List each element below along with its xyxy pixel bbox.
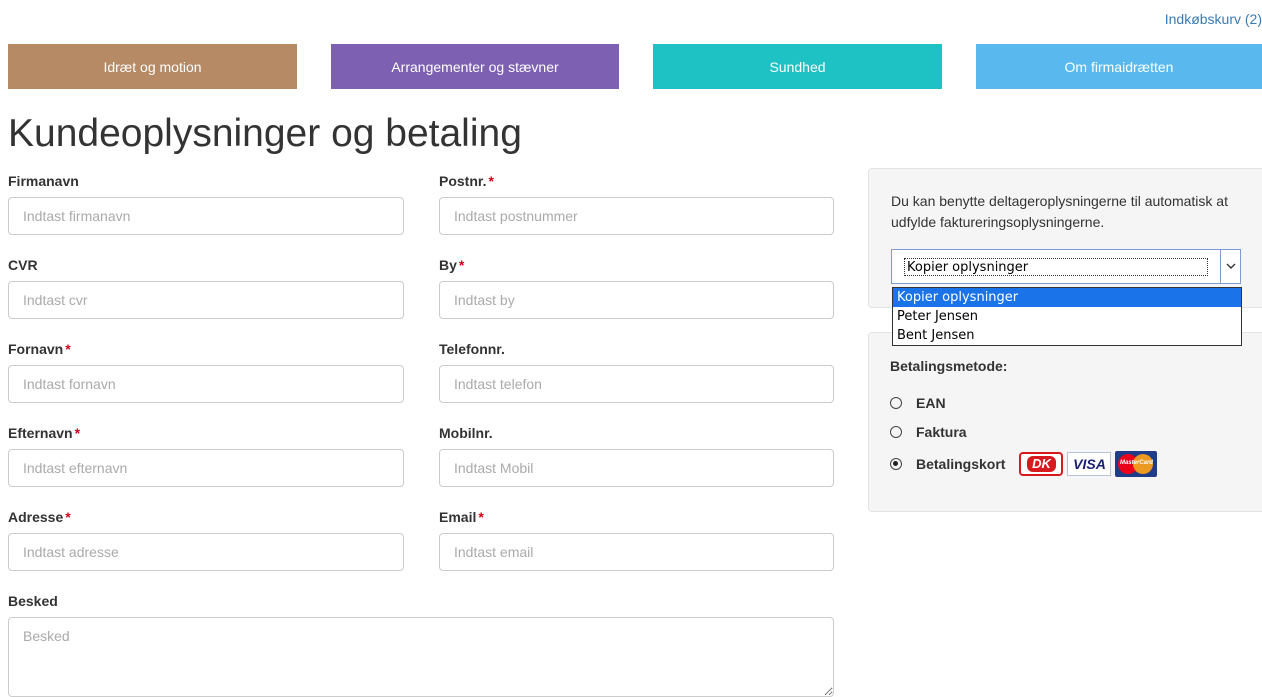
copy-info-text: Du kan benytte deltageroplysningerne til… <box>891 193 1228 230</box>
message-textarea[interactable] <box>8 617 834 697</box>
lastname-label: Efternavn * <box>8 425 81 441</box>
nav-om-firmaidraetten[interactable]: Om firmaidrætten <box>976 44 1262 89</box>
address-input[interactable] <box>8 533 404 571</box>
radio-betalingskort[interactable] <box>890 458 902 470</box>
mobile-label: Mobilnr. <box>439 425 493 441</box>
email-label: Email * <box>439 509 484 525</box>
city-label: By * <box>439 257 465 273</box>
payment-option-label: Betalingskort <box>916 456 1006 472</box>
visa-logo-icon: VISA <box>1067 452 1112 476</box>
dropdown-option-bent-jensen[interactable]: Bent Jensen <box>893 326 1241 345</box>
payment-option-ean[interactable]: EAN <box>890 395 946 411</box>
required-mark: * <box>478 509 484 525</box>
company-input[interactable] <box>8 197 404 235</box>
message-label: Besked <box>8 593 58 609</box>
phone-input[interactable] <box>439 365 834 403</box>
radio-faktura[interactable] <box>890 426 902 438</box>
page-title: Kundeoplysninger og betaling <box>8 112 522 155</box>
dropdown-option-peter-jensen[interactable]: Peter Jensen <box>893 307 1241 326</box>
nav-idraet-og-motion[interactable]: Idræt og motion <box>8 44 297 89</box>
required-mark: * <box>74 425 81 441</box>
cvr-input[interactable] <box>8 281 404 319</box>
dropdown-option-kopier[interactable]: Kopier oplysninger <box>893 288 1241 307</box>
required-mark: * <box>458 257 465 273</box>
firstname-input[interactable] <box>8 365 404 403</box>
firstname-label: Fornavn * <box>8 341 71 357</box>
copy-info-select-value: Kopier oplysninger <box>904 258 1208 276</box>
phone-label: Telefonnr. <box>439 341 505 357</box>
card-logos: DK VISA MasterCard <box>1019 451 1158 477</box>
dankort-logo-icon: DK <box>1019 452 1064 476</box>
required-mark: * <box>65 341 71 357</box>
radio-ean[interactable] <box>890 397 902 409</box>
payment-option-label: Faktura <box>916 424 967 440</box>
postcode-input[interactable] <box>439 197 834 235</box>
mobile-input[interactable] <box>439 449 834 487</box>
lastname-input[interactable] <box>8 449 404 487</box>
copy-info-select[interactable]: Kopier oplysninger <box>891 249 1241 284</box>
nav-sundhed[interactable]: Sundhed <box>653 44 942 89</box>
payment-option-faktura[interactable]: Faktura <box>890 424 967 440</box>
nav-arrangementer[interactable]: Arrangementer og stævner <box>331 44 619 89</box>
cart-link[interactable]: Indkøbskurv (2) <box>1165 11 1262 27</box>
required-mark: * <box>488 173 494 189</box>
address-label: Adresse * <box>8 509 71 525</box>
city-input[interactable] <box>439 281 834 319</box>
cvr-label: CVR <box>8 257 38 273</box>
chevron-down-icon[interactable] <box>1220 250 1240 283</box>
email-input[interactable] <box>439 533 834 571</box>
mastercard-logo-icon: MasterCard <box>1115 451 1158 477</box>
payment-option-betalingskort[interactable]: Betalingskort DK VISA MasterCard <box>890 451 1158 477</box>
payment-option-label: EAN <box>916 395 946 411</box>
required-mark: * <box>65 509 71 525</box>
payment-method-title: Betalingsmetode: <box>890 358 1008 374</box>
company-label: Firmanavn <box>8 173 79 189</box>
postcode-label: Postnr. * <box>439 173 494 189</box>
copy-info-dropdown: Kopier oplysninger Peter Jensen Bent Jen… <box>892 287 1242 346</box>
